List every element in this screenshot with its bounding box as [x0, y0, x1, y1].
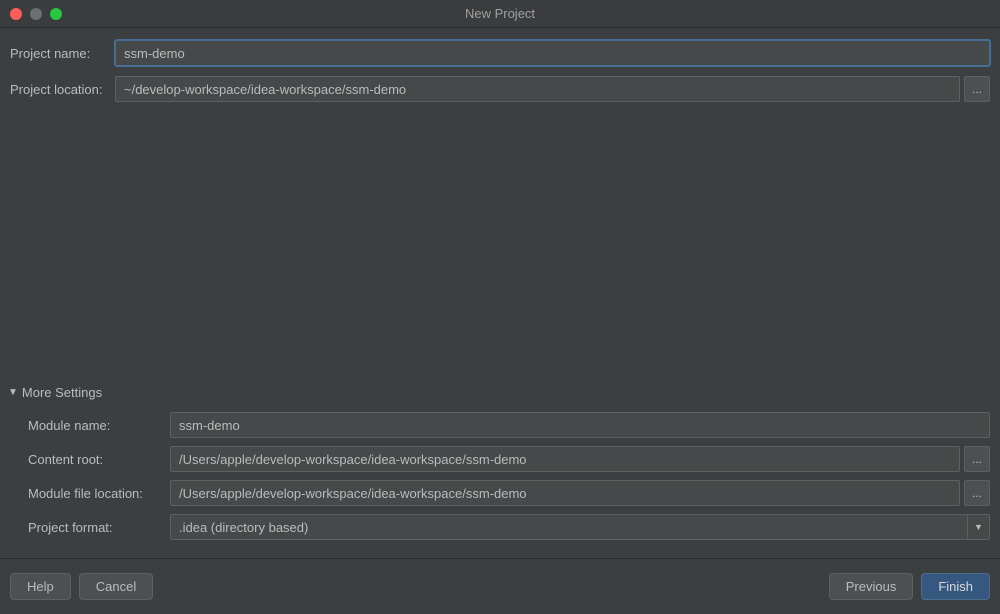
project-location-row: Project location: ...: [10, 76, 990, 102]
button-bar: Help Cancel Previous Finish: [0, 558, 1000, 614]
project-format-dropdown[interactable]: .idea (directory based) ▼: [170, 514, 990, 540]
close-icon[interactable]: [10, 8, 22, 20]
more-settings-title: More Settings: [22, 385, 102, 400]
help-button[interactable]: Help: [10, 573, 71, 600]
project-location-label: Project location:: [10, 82, 115, 97]
more-settings-toggle[interactable]: ▼ More Settings: [8, 385, 990, 400]
more-settings-panel: Module name: Content root: ... Module fi…: [10, 412, 990, 548]
project-location-input[interactable]: [115, 76, 960, 102]
module-name-input[interactable]: [170, 412, 990, 438]
module-name-label: Module name:: [28, 418, 170, 433]
content-area: Project name: Project location: ... ▼ Mo…: [0, 28, 1000, 548]
module-name-row: Module name:: [28, 412, 990, 438]
project-location-browse-button[interactable]: ...: [964, 76, 990, 102]
content-root-browse-button[interactable]: ...: [964, 446, 990, 472]
module-file-location-input[interactable]: [170, 480, 960, 506]
module-file-location-label: Module file location:: [28, 486, 170, 501]
window-controls: [0, 8, 62, 20]
project-name-label: Project name:: [10, 46, 115, 61]
cancel-button[interactable]: Cancel: [79, 573, 153, 600]
finish-button[interactable]: Finish: [921, 573, 990, 600]
chevron-down-icon: ▼: [967, 515, 989, 539]
content-root-input[interactable]: [170, 446, 960, 472]
minimize-icon[interactable]: [30, 8, 42, 20]
maximize-icon[interactable]: [50, 8, 62, 20]
chevron-down-icon: ▼: [8, 387, 18, 398]
previous-button[interactable]: Previous: [829, 573, 914, 600]
project-format-value: .idea (directory based): [171, 520, 967, 535]
window-title: New Project: [465, 6, 535, 21]
project-name-input[interactable]: [115, 40, 990, 66]
titlebar: New Project: [0, 0, 1000, 28]
module-file-location-row: Module file location: ...: [28, 480, 990, 506]
project-format-row: Project format: .idea (directory based) …: [28, 514, 990, 540]
project-name-row: Project name:: [10, 40, 990, 66]
content-root-label: Content root:: [28, 452, 170, 467]
content-root-row: Content root: ...: [28, 446, 990, 472]
module-file-location-browse-button[interactable]: ...: [964, 480, 990, 506]
project-format-label: Project format:: [28, 520, 170, 535]
